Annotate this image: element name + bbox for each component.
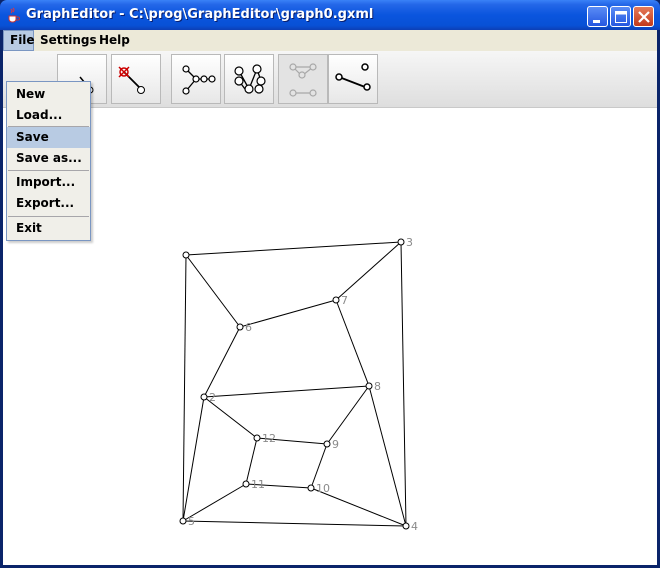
menu-item-exit[interactable]: Exit [7, 218, 90, 239]
graph-edge-1-5[interactable] [182, 254, 187, 522]
graph-node-4[interactable] [402, 522, 410, 530]
graph-node-9[interactable] [323, 440, 331, 448]
menu-separator [8, 170, 89, 171]
app-window: GraphEditor - C:\prog\GraphEditor\graph0… [0, 0, 660, 568]
graph-edge-8-9[interactable] [326, 385, 370, 445]
graph-node-label-10: 10 [316, 482, 330, 495]
maximize-icon [615, 11, 627, 23]
graph-edge-6-2[interactable] [203, 326, 241, 398]
graph-node-label-11: 11 [251, 478, 265, 491]
graph-edge-7-8[interactable] [335, 299, 370, 387]
menu-bar: File Settings Help [3, 30, 657, 51]
graph-node-6[interactable] [236, 323, 244, 331]
graph-node-label-9: 9 [332, 438, 339, 451]
graph-drawing[interactable]: 2 3 4 5 6 7 8 9 10 11 12 [3, 108, 657, 565]
graph-node-12[interactable] [253, 434, 261, 442]
menu-help[interactable]: Help [93, 30, 133, 51]
toolbar [3, 51, 657, 108]
graph-canvas[interactable]: 2 3 4 5 6 7 8 9 10 11 12 [3, 108, 657, 565]
graph-edge-1-3[interactable] [185, 241, 402, 256]
menu-separator [8, 216, 89, 217]
graph-node-7[interactable] [332, 296, 340, 304]
menu-item-load[interactable]: Load... [7, 105, 90, 126]
graph-node-label-8: 8 [374, 380, 381, 393]
graph-node-label-2: 2 [209, 391, 216, 404]
grid-layout-button[interactable] [278, 54, 328, 104]
tree-layout-button[interactable] [171, 54, 221, 104]
graph-node-10[interactable] [307, 484, 315, 492]
menu-file[interactable]: File [3, 30, 35, 51]
graph-edge-3-4[interactable] [400, 241, 407, 527]
window-title: GraphEditor - C:\prog\GraphEditor\graph0… [26, 7, 374, 22]
menu-item-save[interactable]: Save [7, 127, 90, 148]
menu-item-import[interactable]: Import... [7, 172, 90, 193]
minimize-button[interactable] [587, 6, 608, 27]
title-bar[interactable]: GraphEditor - C:\prog\GraphEditor\graph0… [0, 0, 660, 30]
menu-item-export[interactable]: Export... [7, 193, 90, 214]
graph-node-label-7: 7 [341, 294, 348, 307]
graph-edge-7-3[interactable] [335, 241, 402, 301]
graph-node-1[interactable] [182, 251, 190, 259]
tree-layout-icon [182, 65, 216, 95]
auto-layout-button[interactable] [224, 54, 274, 104]
graph-edge-1-6[interactable] [185, 254, 241, 328]
graph-node-label-3: 3 [406, 236, 413, 249]
delete-node-icon [118, 66, 145, 94]
graph-node-label-4: 4 [411, 520, 418, 533]
graph-node-3[interactable] [397, 238, 405, 246]
auto-layout-icon [234, 64, 266, 94]
edge-tool-icon [335, 63, 371, 91]
menu-item-new[interactable]: New [7, 84, 90, 105]
graph-edge-5-4[interactable] [182, 520, 407, 527]
graph-node-label-6: 6 [245, 321, 252, 334]
graph-edge-2-8[interactable] [203, 385, 370, 398]
graph-edge-8-4[interactable] [368, 385, 407, 527]
graph-node-8[interactable] [365, 382, 373, 390]
graph-edge-6-7[interactable] [239, 299, 337, 328]
close-button[interactable] [633, 6, 654, 27]
graph-node-11[interactable] [242, 480, 250, 488]
client-area: File Settings Help 2 3 4 5 6 7 8 9 10 11… [3, 30, 657, 565]
close-icon [638, 11, 650, 23]
edge-tool-button[interactable] [328, 54, 378, 104]
graph-node-label-5: 5 [188, 515, 195, 528]
java-cup-icon [8, 7, 20, 23]
graph-node-5[interactable] [179, 517, 187, 525]
maximize-button[interactable] [610, 6, 631, 27]
minimize-icon [593, 20, 600, 23]
menu-item-save-as[interactable]: Save as... [7, 148, 90, 169]
delete-node-button[interactable] [111, 54, 161, 104]
graph-edge-2-5[interactable] [182, 396, 205, 522]
menu-settings[interactable]: Settings [34, 30, 97, 51]
grid-layout-icon [289, 63, 317, 97]
graph-node-2[interactable] [200, 393, 208, 401]
file-menu-dropdown: New Load... Save Save as... Import... Ex… [6, 81, 91, 241]
graph-node-label-12: 12 [262, 432, 276, 445]
